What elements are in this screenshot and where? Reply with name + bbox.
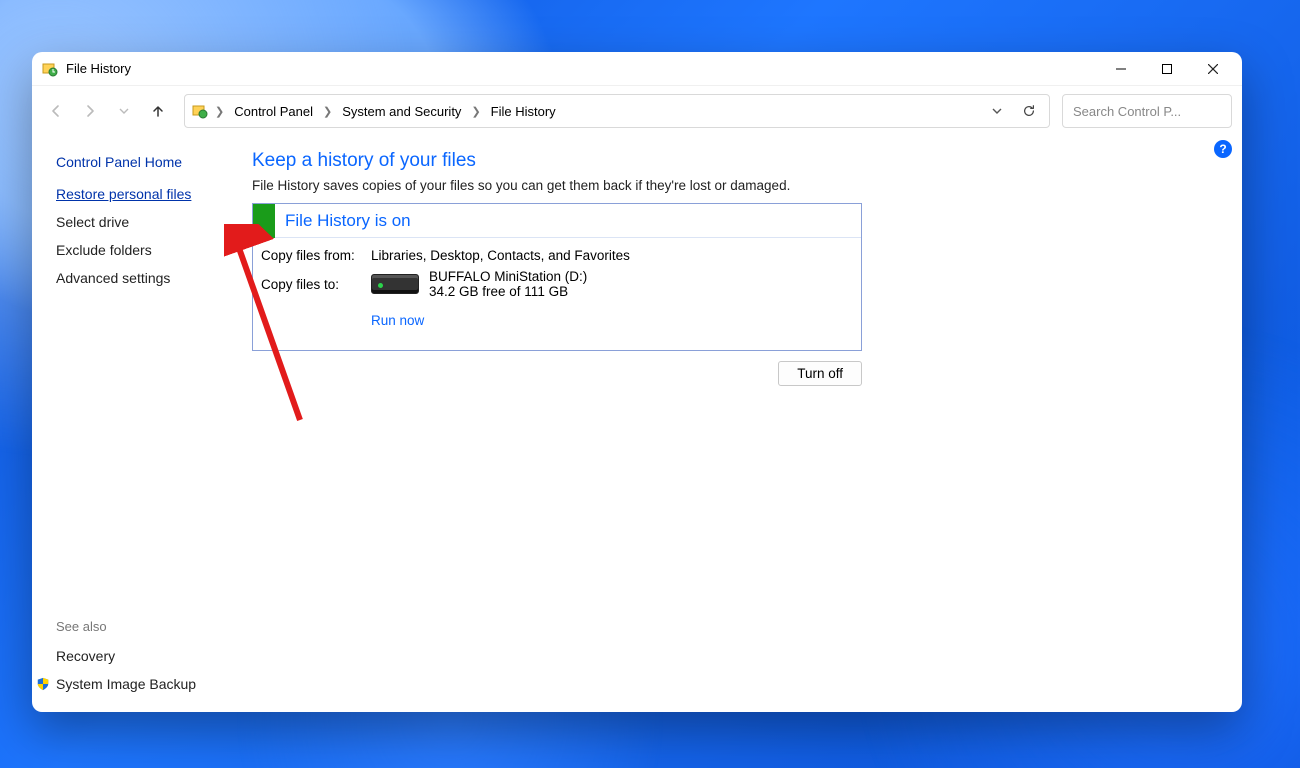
chevron-right-icon[interactable]: ❯ <box>321 105 334 118</box>
refresh-button[interactable] <box>1015 97 1043 125</box>
drive-icon <box>371 274 419 294</box>
back-button[interactable] <box>42 97 70 125</box>
advanced-settings-link[interactable]: Advanced settings <box>56 270 170 286</box>
status-indicator <box>253 204 275 238</box>
chevron-right-icon[interactable]: ❯ <box>213 105 226 118</box>
exclude-folders-link[interactable]: Exclude folders <box>56 242 152 258</box>
minimize-button[interactable] <box>1098 53 1144 85</box>
search-input[interactable] <box>1071 103 1242 120</box>
status-panel: File History is on Copy files from: Libr… <box>252 203 862 351</box>
drive-name: BUFFALO MiniStation (D:) <box>429 269 587 284</box>
content-area: ? Keep a history of your files File Hist… <box>252 136 1242 712</box>
breadcrumb-control-panel[interactable]: Control Panel <box>230 102 317 121</box>
control-panel-home-link[interactable]: Control Panel Home <box>56 154 252 170</box>
recent-dropdown-icon[interactable] <box>110 97 138 125</box>
recovery-link[interactable]: Recovery <box>56 648 115 664</box>
drive-free-space: 34.2 GB free of 111 GB <box>429 284 587 299</box>
window-title: File History <box>66 61 131 76</box>
up-button[interactable] <box>144 97 172 125</box>
see-also-label: See also <box>56 619 252 634</box>
address-dropdown-icon[interactable] <box>983 97 1011 125</box>
page-headline: Keep a history of your files <box>252 150 1228 172</box>
chevron-right-icon[interactable]: ❯ <box>469 105 482 118</box>
app-icon <box>42 61 58 77</box>
copy-to-label: Copy files to: <box>261 277 371 292</box>
help-icon[interactable]: ? <box>1214 140 1232 158</box>
copy-from-label: Copy files from: <box>261 248 371 263</box>
address-bar[interactable]: ❯ Control Panel ❯ System and Security ❯ … <box>184 94 1050 128</box>
titlebar: File History <box>32 52 1242 86</box>
toolbar: ❯ Control Panel ❯ System and Security ❯ … <box>32 86 1242 136</box>
turn-off-button[interactable]: Turn off <box>778 361 862 386</box>
select-drive-link[interactable]: Select drive <box>56 214 129 230</box>
copy-from-value: Libraries, Desktop, Contacts, and Favori… <box>371 248 630 263</box>
restore-personal-files-link[interactable]: Restore personal files <box>56 186 191 202</box>
breadcrumb-system-security[interactable]: System and Security <box>338 102 465 121</box>
shield-icon <box>36 677 50 691</box>
run-now-link[interactable]: Run now <box>371 313 424 328</box>
page-subtext: File History saves copies of your files … <box>252 178 1228 193</box>
sidebar: Control Panel Home Restore personal file… <box>32 136 252 712</box>
close-button[interactable] <box>1190 53 1236 85</box>
control-panel-icon <box>191 102 209 120</box>
forward-button[interactable] <box>76 97 104 125</box>
status-title: File History is on <box>275 211 411 231</box>
search-box[interactable] <box>1062 94 1232 128</box>
maximize-button[interactable] <box>1144 53 1190 85</box>
breadcrumb-file-history[interactable]: File History <box>487 102 560 121</box>
file-history-window: File History <box>32 52 1242 712</box>
system-image-backup-link[interactable]: System Image Backup <box>36 676 196 692</box>
